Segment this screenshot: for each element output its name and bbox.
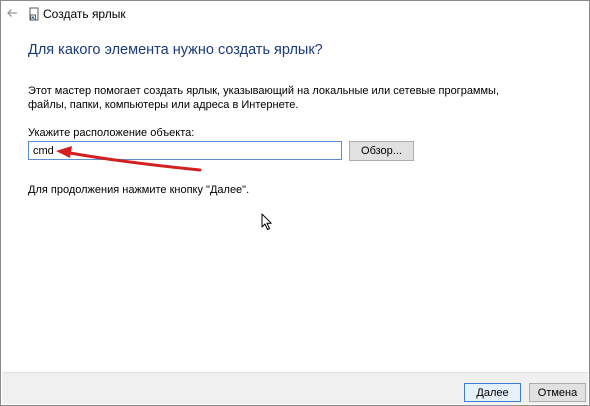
mouse-pointer-icon (261, 213, 273, 231)
location-label: Укажите расположение объекта: (28, 127, 195, 139)
wizard-description: Этот мастер помогает создать ярлык, указ… (28, 85, 548, 112)
continue-hint: Для продолжения нажмите кнопку "Далее". (28, 184, 250, 196)
shortcut-icon (29, 7, 41, 22)
wizard-window: Создать ярлык Для какого элемента нужно … (0, 0, 590, 406)
back-arrow-icon[interactable] (4, 5, 20, 21)
next-button[interactable]: Далее (464, 383, 521, 402)
window-title: Создать ярлык (43, 7, 126, 21)
location-input[interactable] (28, 141, 342, 160)
browse-button[interactable]: Обзор... (349, 141, 414, 161)
title-bar: Создать ярлык (2, 2, 588, 28)
page-heading: Для какого элемента нужно создать ярлык? (28, 42, 323, 58)
description-line: файлы, папки, компьютеры или адреса в Ин… (28, 98, 299, 111)
description-line: Этот мастер помогает создать ярлык, указ… (28, 85, 500, 97)
cancel-button[interactable]: Отмена (529, 383, 586, 402)
